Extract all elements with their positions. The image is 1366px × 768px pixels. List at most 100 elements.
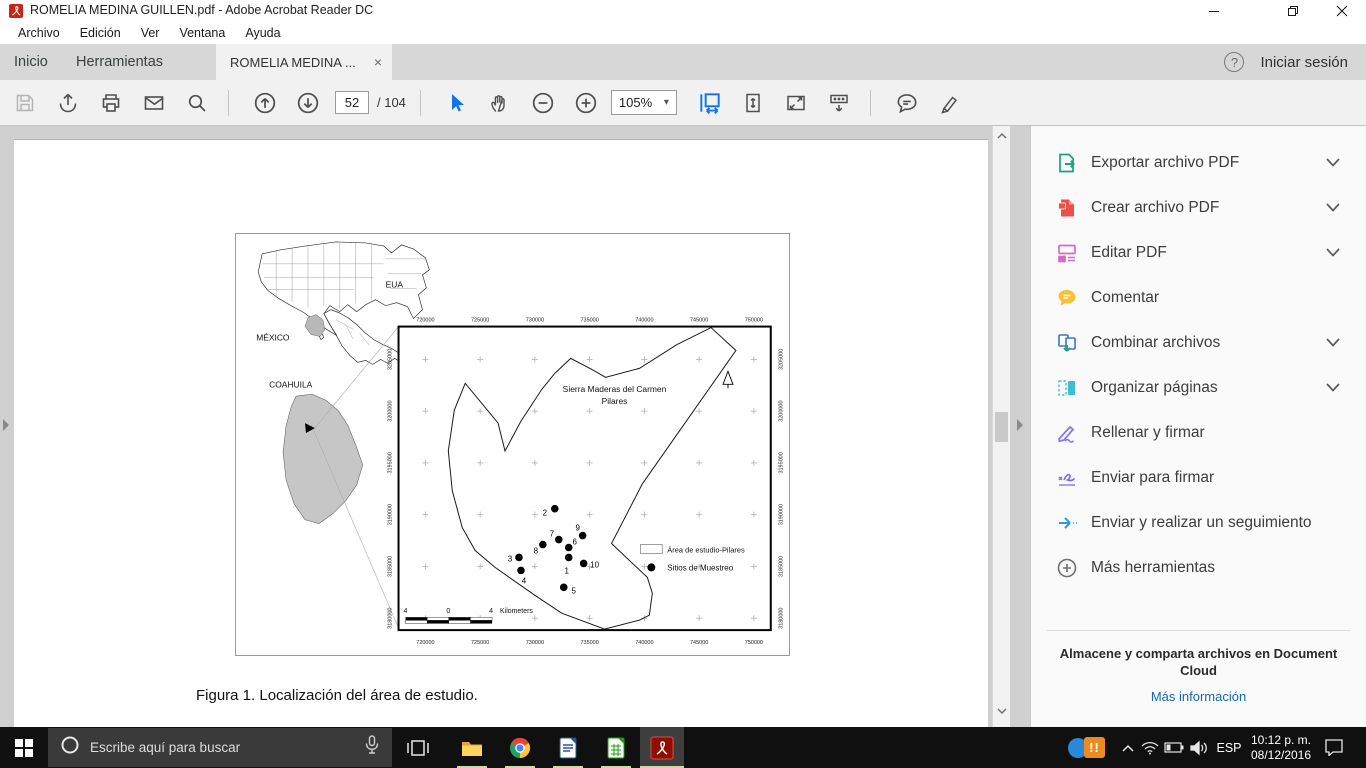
next-page-button[interactable] bbox=[291, 86, 325, 120]
zoom-in-button[interactable] bbox=[569, 86, 603, 120]
presentation-mode-button[interactable] bbox=[822, 86, 856, 120]
fit-page-button[interactable] bbox=[736, 86, 770, 120]
coahuila-inset bbox=[283, 327, 398, 629]
microphone-icon[interactable] bbox=[364, 735, 380, 760]
taskbar-search-box[interactable]: Escribe aquí para buscar bbox=[48, 728, 392, 767]
edit-pdf-icon bbox=[1055, 241, 1079, 265]
sidebar-item-edit-pdf[interactable]: Editar PDF bbox=[1031, 230, 1366, 275]
site-dot bbox=[539, 541, 547, 549]
caret-down-icon: ▾ bbox=[664, 97, 669, 108]
tray-overflow-app[interactable]: !! bbox=[1078, 727, 1112, 768]
y-tick-label: 3205000 bbox=[388, 349, 394, 370]
chevron-down-icon[interactable] bbox=[1326, 203, 1340, 212]
window-title: ROMELIA MEDINA GUILLEN.pdf - Adobe Acrob… bbox=[30, 3, 373, 17]
collapse-tools-pane-icon[interactable] bbox=[1014, 416, 1026, 434]
clock[interactable]: 10:12 p. m. 08/12/2016 bbox=[1248, 727, 1314, 768]
chrome-button[interactable] bbox=[498, 727, 542, 768]
mexico-label: MÉXICO bbox=[256, 332, 290, 342]
highlighter-tool-button[interactable] bbox=[933, 86, 967, 120]
share-upload-button[interactable] bbox=[51, 86, 85, 120]
calc-button[interactable] bbox=[594, 727, 638, 768]
y-tick-label: 3205000 bbox=[779, 349, 785, 370]
fullscreen-button[interactable] bbox=[779, 86, 813, 120]
tab-document[interactable]: ROMELIA MEDINA ... × bbox=[216, 44, 392, 80]
previous-page-button[interactable] bbox=[248, 86, 282, 120]
y-tick-label: 3195000 bbox=[779, 452, 785, 473]
tab-bar: Inicio Herramientas ROMELIA MEDINA ... ×… bbox=[0, 44, 1366, 80]
acrobat-button[interactable] bbox=[640, 727, 684, 768]
tab-inicio[interactable]: Inicio bbox=[14, 44, 48, 80]
comment-tool-button[interactable] bbox=[890, 86, 924, 120]
sidebar-item-comment[interactable]: Comentar bbox=[1031, 275, 1366, 320]
print-button[interactable] bbox=[94, 86, 128, 120]
page-number-input[interactable]: 52 bbox=[335, 91, 369, 114]
minimize-button[interactable] bbox=[1197, 0, 1231, 22]
sidebar-item-create-pdf[interactable]: Crear archivo PDF bbox=[1031, 185, 1366, 230]
scrollbar-thumb[interactable] bbox=[995, 412, 1008, 442]
task-view-button[interactable] bbox=[396, 727, 440, 768]
menu-ayuda[interactable]: Ayuda bbox=[235, 22, 290, 44]
restore-button[interactable] bbox=[1276, 0, 1310, 22]
site-dot bbox=[517, 567, 525, 575]
sidebar-item-organize-pages[interactable]: Organizar páginas bbox=[1031, 365, 1366, 410]
scroll-down-icon[interactable] bbox=[993, 703, 1011, 719]
sidebar-item-send-track[interactable]: Enviar y realizar un seguimiento bbox=[1031, 500, 1366, 545]
search-icon[interactable] bbox=[180, 86, 214, 120]
sidebar-item-more-tools[interactable]: Más herramientas bbox=[1031, 545, 1366, 590]
more-info-link[interactable]: Más información bbox=[1031, 689, 1366, 704]
y-tick-label: 3200000 bbox=[388, 401, 394, 422]
tab-herramientas[interactable]: Herramientas bbox=[76, 44, 163, 80]
menu-ventana[interactable]: Ventana bbox=[169, 22, 235, 44]
tray-chevron-up-icon[interactable] bbox=[1116, 727, 1140, 768]
site-label: 5 bbox=[571, 586, 576, 595]
chevron-down-icon[interactable] bbox=[1326, 383, 1340, 392]
site-label: 6 bbox=[572, 538, 577, 547]
y-tick-label: 3190000 bbox=[779, 504, 785, 525]
start-button[interactable] bbox=[0, 727, 48, 768]
wifi-icon[interactable] bbox=[1138, 727, 1162, 768]
site-dot bbox=[579, 532, 587, 540]
menu-ver[interactable]: Ver bbox=[131, 22, 170, 44]
email-button[interactable] bbox=[137, 86, 171, 120]
menu-edicion[interactable]: Edición bbox=[70, 22, 131, 44]
fit-width-button[interactable] bbox=[693, 86, 727, 120]
volume-icon[interactable] bbox=[1186, 727, 1212, 768]
file-explorer-button[interactable] bbox=[450, 727, 494, 768]
chevron-down-icon[interactable] bbox=[1326, 158, 1340, 167]
language-indicator[interactable]: ESP bbox=[1212, 727, 1246, 768]
open-nav-pane-icon[interactable] bbox=[0, 416, 12, 434]
sidebar-item-combine-files[interactable]: Combinar archivos bbox=[1031, 320, 1366, 365]
sidebar-item-export-pdf[interactable]: Exportar archivo PDF bbox=[1031, 140, 1366, 185]
writer-button[interactable] bbox=[546, 727, 590, 768]
chevron-down-icon[interactable] bbox=[1326, 338, 1340, 347]
sidebar-item-send-for-sign[interactable]: Enviar para firmar bbox=[1031, 455, 1366, 500]
close-window-button[interactable] bbox=[1325, 0, 1359, 22]
zoom-level-dropdown[interactable]: 105% ▾ bbox=[611, 90, 677, 115]
chevron-down-icon[interactable] bbox=[1326, 248, 1340, 257]
title-bar: ROMELIA MEDINA GUILLEN.pdf - Adobe Acrob… bbox=[0, 0, 1366, 22]
combine-files-icon bbox=[1055, 331, 1079, 355]
zoom-out-button[interactable] bbox=[526, 86, 560, 120]
select-tool-button[interactable] bbox=[440, 86, 474, 120]
document-cloud-promo: Almacene y comparta archivos en Document… bbox=[1031, 645, 1366, 679]
sidebar-item-fill-sign[interactable]: Rellenar y firmar bbox=[1031, 410, 1366, 455]
vertical-scrollbar[interactable] bbox=[992, 126, 1010, 727]
x-tick-label: 730000 bbox=[526, 318, 544, 324]
menu-archivo[interactable]: Archivo bbox=[8, 22, 70, 44]
action-center-icon[interactable] bbox=[1320, 727, 1348, 768]
site-label: 9 bbox=[575, 524, 580, 533]
x-tick-label: 725000 bbox=[471, 640, 489, 646]
help-icon[interactable]: ? bbox=[1224, 52, 1244, 72]
y-tick-label: 3200000 bbox=[779, 401, 785, 422]
site-dot bbox=[515, 554, 523, 562]
site-label: 7 bbox=[550, 530, 555, 539]
map-frame bbox=[399, 327, 771, 631]
hand-tool-button[interactable] bbox=[483, 86, 517, 120]
signin-button[interactable]: Iniciar sesión bbox=[1260, 54, 1348, 71]
save-button[interactable] bbox=[8, 86, 42, 120]
close-tab-icon[interactable]: × bbox=[374, 54, 382, 70]
scroll-up-icon[interactable] bbox=[993, 128, 1011, 144]
zoom-level-value: 105% bbox=[619, 95, 652, 110]
x-tick-label: 735000 bbox=[581, 318, 599, 324]
battery-icon[interactable] bbox=[1162, 727, 1186, 768]
